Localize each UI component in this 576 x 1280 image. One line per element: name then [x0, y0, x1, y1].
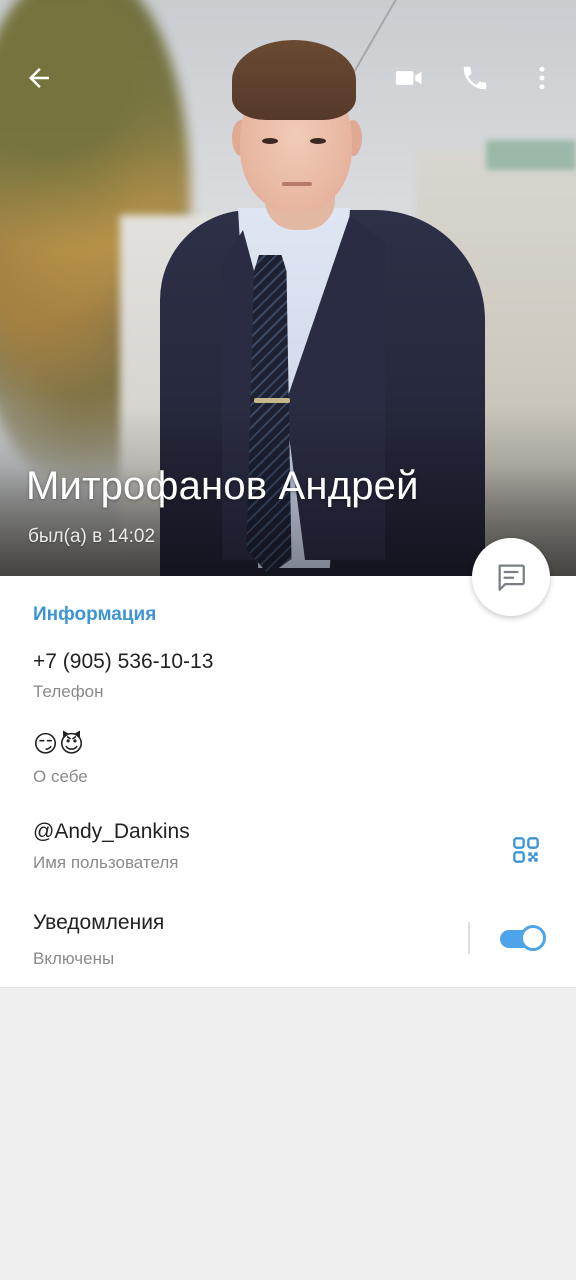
profile-screen: Митрофанов Андрей был(а) в 14:02 Информа…: [0, 0, 576, 1280]
send-message-button[interactable]: [472, 538, 550, 616]
notifications-row[interactable]: Уведомления Включены: [0, 902, 576, 982]
section-title: Информация: [33, 604, 157, 625]
call-button[interactable]: [447, 48, 503, 108]
phone-row[interactable]: +7 (905) 536-10-13 Телефон: [0, 642, 576, 716]
top-bar: [0, 48, 576, 108]
message-icon: [498, 564, 525, 591]
more-vertical-icon: [539, 66, 545, 90]
more-options-button[interactable]: [514, 48, 570, 108]
bio-text: 😏😈: [33, 731, 86, 758]
divider: [468, 922, 470, 954]
video-call-button[interactable]: [381, 48, 437, 108]
mouth: [282, 182, 312, 186]
bio-label: О себе: [33, 767, 88, 786]
arrow-back-icon: [29, 68, 49, 88]
info-section: Информация +7 (905) 536-10-13 Телефон 😏😈…: [0, 576, 576, 988]
phone-number: +7 (905) 536-10-13: [33, 650, 214, 673]
video-camera-icon: [395, 71, 422, 85]
profile-name: Митрофанов Андрей: [26, 464, 419, 508]
notifications-title: Уведомления: [33, 911, 165, 934]
back-button[interactable]: [11, 48, 67, 108]
phone-icon: [463, 66, 487, 90]
eye: [310, 138, 326, 144]
eye: [262, 138, 278, 144]
username-row[interactable]: @Andy_Dankins Имя пользователя: [0, 812, 576, 886]
username-label: Имя пользователя: [33, 853, 179, 872]
notifications-toggle[interactable]: [498, 924, 546, 952]
toggle-knob: [520, 925, 546, 951]
phone-label: Телефон: [33, 682, 104, 701]
username-value: @Andy_Dankins: [33, 820, 190, 843]
tie-clip: [254, 398, 290, 403]
last-seen-status: был(а) в 14:02: [28, 526, 156, 547]
bio-row[interactable]: 😏😈 О себе: [0, 726, 576, 796]
notifications-status: Включены: [33, 949, 115, 968]
qr-code-button[interactable]: [508, 832, 544, 868]
qr-code-icon: [513, 837, 539, 863]
